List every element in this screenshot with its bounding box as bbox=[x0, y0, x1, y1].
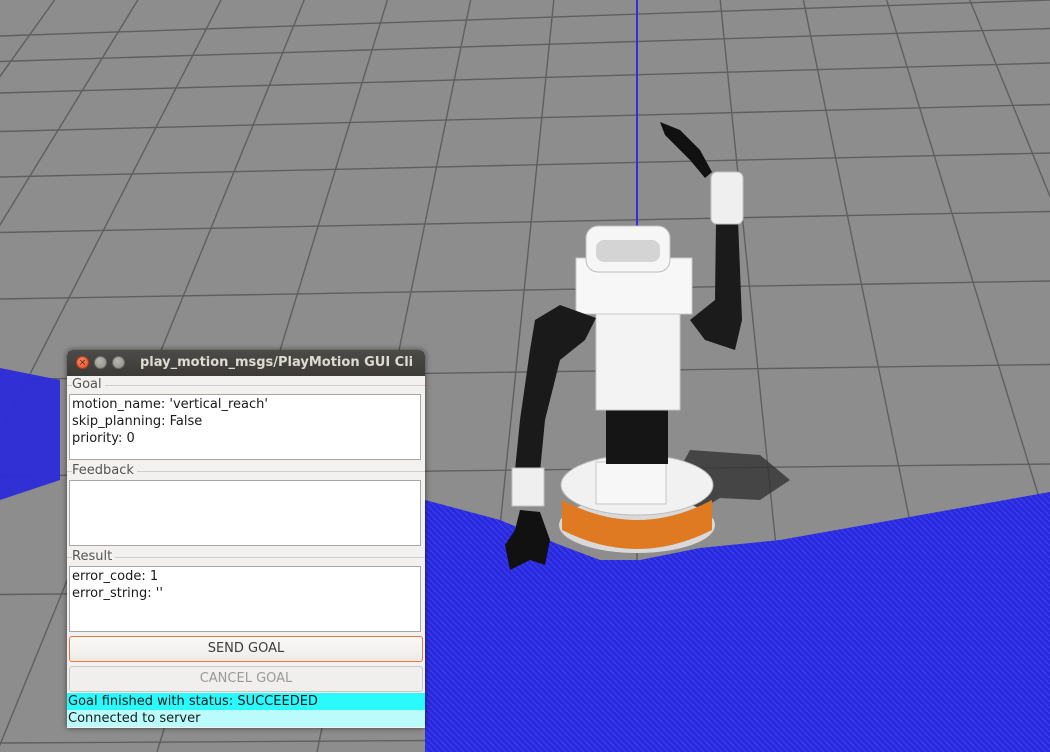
result-group-separator bbox=[67, 557, 425, 558]
goal-line: priority: 0 bbox=[72, 431, 135, 446]
cancel-goal-button[interactable]: CANCEL GOAL bbox=[69, 666, 423, 692]
robot-wrist-right bbox=[710, 171, 744, 225]
result-textbox[interactable]: error_code: 1 error_string: '' bbox=[69, 566, 421, 632]
maximize-icon[interactable] bbox=[112, 356, 125, 369]
result-line: error_string: '' bbox=[72, 586, 163, 601]
goal-status-text: Goal finished with status: SUCCEEDED bbox=[67, 693, 425, 710]
close-icon[interactable]: × bbox=[76, 356, 89, 369]
laser-scan-area bbox=[0, 368, 60, 500]
robot-torso-lift bbox=[606, 408, 668, 464]
goal-group-separator bbox=[67, 385, 425, 386]
robot-base-block bbox=[595, 461, 667, 505]
window-titlebar[interactable]: × play_motion_msgs/PlayMotion GUI Cli bbox=[67, 350, 425, 376]
goal-label: Goal bbox=[72, 377, 105, 392]
connection-status-text: Connected to server bbox=[67, 710, 425, 727]
window-title: play_motion_msgs/PlayMotion GUI Cli bbox=[140, 355, 414, 370]
robot-wrist-left bbox=[511, 467, 545, 507]
send-goal-button[interactable]: SEND GOAL bbox=[69, 636, 423, 662]
playmotion-gui-window: × play_motion_msgs/PlayMotion GUI Cli Go… bbox=[67, 350, 425, 728]
minimize-icon[interactable] bbox=[94, 356, 107, 369]
result-line: error_code: 1 bbox=[72, 569, 159, 584]
goal-line: skip_planning: False bbox=[72, 414, 203, 429]
result-label: Result bbox=[72, 549, 116, 564]
feedback-label: Feedback bbox=[72, 463, 137, 478]
robot-head-visor bbox=[596, 240, 660, 262]
feedback-textbox[interactable] bbox=[69, 480, 421, 546]
goal-textbox[interactable]: motion_name: 'vertical_reach' skip_plann… bbox=[69, 394, 421, 460]
goal-line: motion_name: 'vertical_reach' bbox=[72, 397, 268, 412]
